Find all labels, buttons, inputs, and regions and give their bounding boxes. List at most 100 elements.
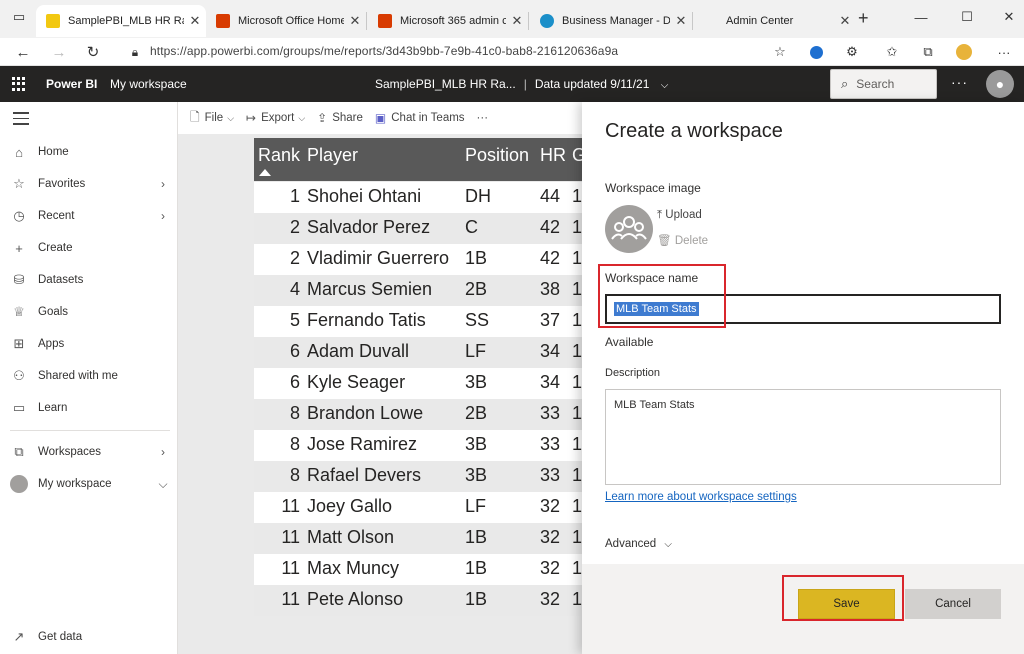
- cell-g: 1: [572, 403, 583, 423]
- chevron-down-icon: ⌵: [664, 539, 672, 550]
- favorites-icon[interactable]: ✩: [882, 42, 902, 62]
- collections-icon[interactable]: ⧉: [918, 42, 938, 62]
- more-options-icon[interactable]: ···: [951, 74, 968, 90]
- table-row[interactable]: 6 Kyle Seager 3B 34 1: [254, 368, 582, 399]
- browser-tab-admin-center[interactable]: Admin Center ✕: [694, 5, 856, 37]
- browser-tab-powerbi[interactable]: SamplePBI_MLB HR Rank ✕: [36, 5, 206, 37]
- table-row[interactable]: 8 Jose Ramirez 3B 33 1: [254, 430, 582, 461]
- nav-item-workspaces[interactable]: ⧉ Workspaces ›: [0, 438, 178, 466]
- file-menu[interactable]: 🗋︎ File ⌵: [190, 108, 234, 129]
- nav-item-datasets[interactable]: ⛁ Datasets: [0, 266, 178, 294]
- nav-item-favorites[interactable]: ☆ Favorites ›: [0, 170, 178, 198]
- description-field[interactable]: MLB Team Stats: [605, 389, 1001, 485]
- shared-icon: ⚇: [13, 368, 25, 383]
- cancel-button[interactable]: Cancel: [905, 589, 1001, 619]
- table-row[interactable]: 11 Matt Olson 1B 32 1: [254, 523, 582, 554]
- app-title[interactable]: Power BI: [46, 77, 97, 91]
- cell-g: 1: [572, 496, 583, 516]
- browser-tab-m365-admin[interactable]: Microsoft 365 admin cent ✕: [368, 5, 528, 37]
- table-row[interactable]: 6 Adam Duvall LF 34 1: [254, 337, 582, 368]
- left-nav: ⌂ Home ☆ Favorites › ◷ Recent › + Create…: [0, 102, 178, 654]
- nav-item-my-workspace[interactable]: My workspace ⌵: [0, 470, 178, 498]
- close-tab-icon[interactable]: ✕: [834, 13, 856, 29]
- close-tab-icon[interactable]: ✕: [184, 13, 206, 29]
- minimize-icon[interactable]: —: [906, 2, 936, 32]
- new-tab-button[interactable]: +: [858, 8, 869, 29]
- nav-item-goals[interactable]: ♕ Goals: [0, 298, 178, 326]
- browser-tab-office-home[interactable]: Microsoft Office Home ✕: [206, 5, 366, 37]
- table-row[interactable]: 8 Brandon Lowe 2B 33 1: [254, 399, 582, 430]
- table-row[interactable]: 11 Max Muncy 1B 32 1: [254, 554, 582, 585]
- nav-item-apps[interactable]: ⊞ Apps: [0, 330, 178, 358]
- close-tab-icon[interactable]: ✕: [506, 13, 528, 29]
- table-row[interactable]: 8 Rafael Devers 3B 33 1: [254, 461, 582, 492]
- column-header-hr[interactable]: HR: [540, 145, 566, 166]
- nav-item-learn[interactable]: ▭ Learn: [0, 394, 178, 422]
- nav-item-home[interactable]: ⌂ Home: [0, 138, 178, 166]
- delete-button[interactable]: 🗑︎ Delete: [657, 233, 708, 247]
- lock-icon[interactable]: 🔒︎: [122, 39, 148, 65]
- url-field[interactable]: https://app.powerbi.com/groups/me/report…: [150, 44, 618, 58]
- cell-hr: 33: [540, 403, 561, 423]
- table-row[interactable]: 11 Pete Alonso 1B 32 1: [254, 585, 582, 616]
- nav-item-create[interactable]: + Create: [0, 234, 178, 262]
- forward-icon[interactable]: →: [46, 39, 72, 65]
- column-header-player[interactable]: Player: [307, 145, 358, 166]
- table-row[interactable]: 5 Fernando Tatis SS 37 1: [254, 306, 582, 337]
- chat-in-teams-button[interactable]: ▣ Chat in Teams: [375, 111, 465, 125]
- search-input[interactable]: ⌕ Search: [830, 69, 937, 99]
- hamburger-icon[interactable]: [13, 112, 29, 129]
- cell-rank: 1: [289, 186, 300, 206]
- cell-g: 1: [572, 279, 583, 299]
- maximize-icon[interactable]: ☐: [952, 2, 982, 32]
- nav-item-shared-with-me[interactable]: ⚇ Shared with me: [0, 362, 178, 390]
- nav-item-recent[interactable]: ◷ Recent ›: [0, 202, 178, 230]
- office-icon: [216, 14, 230, 28]
- report-title-area[interactable]: SamplePBI_MLB HR Ra... | Data updated 9/11…: [375, 77, 668, 91]
- cell-player: Marcus Semien: [307, 279, 433, 299]
- workspace-breadcrumb[interactable]: My workspace: [110, 77, 187, 91]
- column-header-position[interactable]: Position: [465, 145, 529, 166]
- nav-item-get-data[interactable]: ↗ Get data: [0, 623, 178, 651]
- close-tab-icon[interactable]: ✕: [670, 13, 692, 29]
- tab-actions-icon[interactable]: ▭: [4, 2, 34, 32]
- report-title: SamplePBI_MLB HR Ra...: [375, 77, 516, 91]
- profile-icon[interactable]: [954, 42, 974, 62]
- toolbar-more-icon[interactable]: ···: [477, 112, 489, 124]
- cell-position: LF: [465, 341, 487, 361]
- cell-g: 1: [572, 434, 583, 454]
- nav-divider: [10, 430, 170, 431]
- teams-icon: ▣: [374, 111, 387, 125]
- back-icon[interactable]: ←: [10, 39, 36, 65]
- cell-position: LF: [465, 496, 487, 516]
- extension-globe-icon[interactable]: [806, 42, 826, 62]
- column-header-rank[interactable]: Rank: [258, 145, 300, 166]
- close-window-icon[interactable]: ✕: [994, 2, 1024, 32]
- avatar[interactable]: ●: [986, 70, 1014, 98]
- close-tab-icon[interactable]: ✕: [344, 13, 366, 29]
- cell-player: Brandon Lowe: [307, 403, 424, 423]
- table-row[interactable]: 11 Joey Gallo LF 32 1: [254, 492, 582, 523]
- apps-icon: ⊞: [13, 336, 25, 351]
- advanced-toggle[interactable]: Advanced ⌵: [605, 538, 672, 550]
- table-row[interactable]: 1 Shohei Ohtani DH 44 1: [254, 182, 582, 213]
- upload-icon: ⤒: [657, 209, 663, 221]
- share-button[interactable]: ⇪ Share: [317, 111, 363, 125]
- upload-button[interactable]: ⤒ Upload: [657, 209, 702, 222]
- cell-position: C: [465, 217, 478, 237]
- powerbi-icon: [46, 14, 60, 28]
- table-row[interactable]: 4 Marcus Semien 2B 38 1: [254, 275, 582, 306]
- table-row[interactable]: 2 Vladimir Guerrero 1B 42 1: [254, 244, 582, 275]
- browser-tab-business-manager[interactable]: Business Manager - Dyna ✕: [530, 5, 692, 37]
- favorite-star-icon[interactable]: ☆: [770, 42, 790, 62]
- cell-position: SS: [465, 310, 490, 330]
- refresh-icon[interactable]: ↻: [80, 39, 106, 65]
- browser-tabbar: ▭ SamplePBI_MLB HR Rank ✕ Microsoft Offi…: [0, 0, 1024, 38]
- browser-menu-icon[interactable]: ···: [994, 42, 1014, 62]
- app-launcher-icon[interactable]: [12, 77, 26, 91]
- learn-more-link[interactable]: Learn more about workspace settings: [605, 491, 797, 503]
- table-row[interactable]: 2 Salvador Perez C 42 1: [254, 213, 582, 244]
- extensions-icon[interactable]: ⚙: [842, 42, 862, 62]
- export-menu[interactable]: ↦ Export ⌵: [246, 111, 305, 125]
- cell-player: Rafael Devers: [307, 465, 422, 485]
